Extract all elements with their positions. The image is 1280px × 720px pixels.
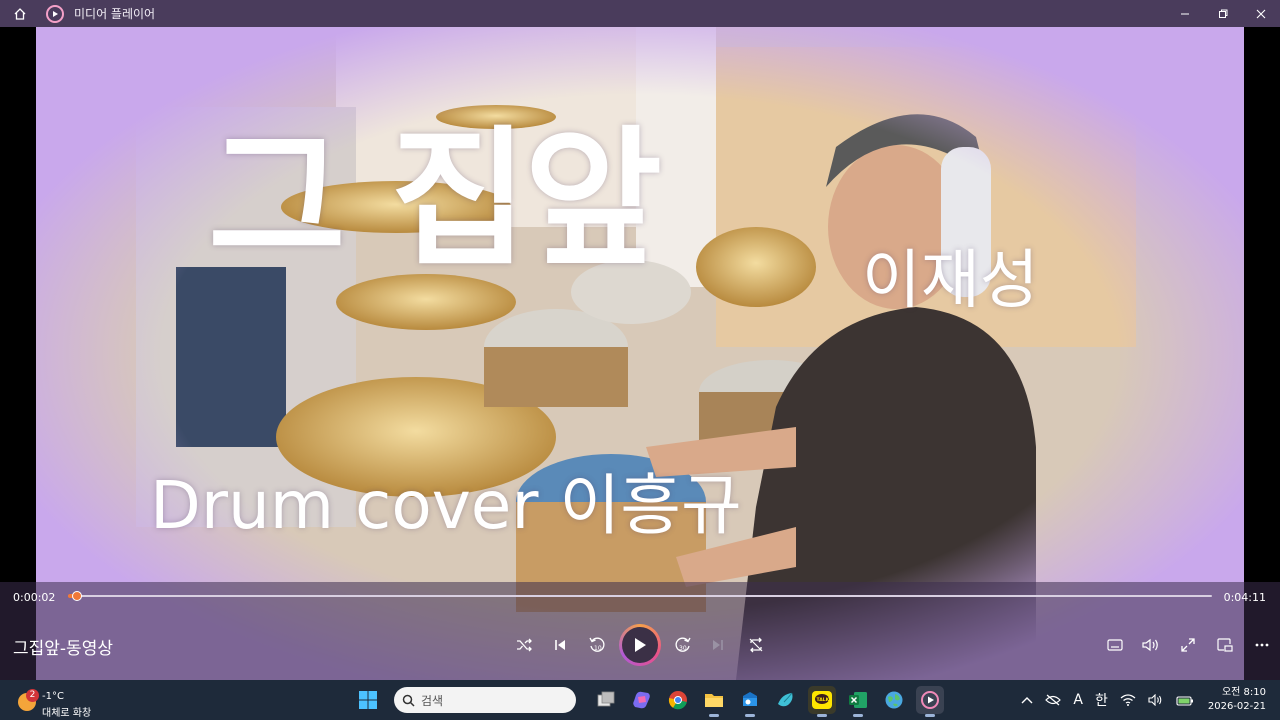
more-icon	[1255, 643, 1269, 647]
windows-logo-icon	[359, 691, 377, 709]
copilot-app[interactable]	[628, 686, 656, 714]
bird-icon	[778, 692, 793, 707]
wifi-button[interactable]	[1120, 694, 1136, 706]
chrome-icon	[668, 691, 687, 710]
volume-icon	[1142, 638, 1158, 652]
battery-button[interactable]	[1176, 694, 1194, 706]
task-view-button[interactable]	[592, 686, 620, 714]
outlook-icon	[743, 692, 757, 706]
weather-widget[interactable]: 2 -1°C 대체로 화창	[16, 685, 126, 719]
search-placeholder: 검색	[421, 693, 444, 708]
shuffle-button[interactable]	[511, 632, 537, 658]
previous-icon	[555, 640, 565, 650]
rewind-10-icon: 10	[589, 637, 605, 652]
close-button[interactable]	[1242, 0, 1280, 27]
subtitles-icon	[1107, 639, 1123, 651]
copilot-icon	[633, 691, 650, 709]
window-title: 미디어 플레이어	[74, 7, 156, 21]
chrome-app[interactable]	[664, 686, 692, 714]
system-tray: A 한 오전 8:10 2026-02-21	[1015, 680, 1280, 720]
fullscreen-button[interactable]	[1175, 632, 1201, 658]
home-icon[interactable]	[0, 0, 40, 27]
eye-off-icon	[1045, 694, 1062, 706]
taskbar-search[interactable]: 검색	[394, 687, 576, 713]
search-icon	[402, 694, 415, 707]
globe-app[interactable]	[880, 686, 908, 714]
show-hidden-icons-button[interactable]	[1021, 696, 1033, 704]
kakaotalk-icon: TALK	[812, 691, 832, 709]
chevron-up-icon	[1021, 697, 1033, 704]
kakaotalk-app[interactable]: TALK	[808, 686, 836, 717]
title-bar: 미디어 플레이어	[0, 0, 1280, 27]
notification-badge: 2	[26, 689, 39, 702]
repeat-button[interactable]	[743, 632, 769, 658]
restore-button[interactable]	[1204, 0, 1242, 27]
folder-icon	[705, 694, 723, 707]
volume-button[interactable]	[1138, 632, 1164, 658]
ime-indicator[interactable]: 한	[1095, 690, 1108, 710]
svg-text:10: 10	[594, 645, 602, 652]
seek-track	[68, 595, 1212, 597]
minimize-button[interactable]	[1166, 0, 1204, 27]
excel-app[interactable]	[844, 686, 872, 717]
media-player-icon	[921, 691, 939, 709]
forward-30-button[interactable]: 30	[670, 632, 696, 658]
repeat-off-icon	[749, 637, 763, 653]
play-button[interactable]	[619, 624, 661, 666]
playback-controls: 0:00:02 0:04:11 그집앞-동영상 10 30	[0, 582, 1280, 680]
task-view-icon	[597, 691, 615, 707]
media-player-app-icon	[46, 4, 64, 23]
svg-text:30: 30	[679, 645, 687, 652]
battery-icon	[1176, 696, 1193, 706]
weather-temperature: -1°C	[42, 691, 64, 702]
globe-icon	[885, 691, 903, 709]
file-explorer-app[interactable]	[700, 686, 728, 717]
play-icon	[635, 638, 646, 652]
taskbar-clock[interactable]: 오전 8:10 2026-02-21	[1208, 686, 1266, 714]
seek-thumb[interactable]	[72, 591, 83, 601]
forward-30-icon: 30	[675, 637, 691, 652]
rewind-10-button[interactable]: 10	[584, 632, 610, 658]
mini-player-button[interactable]	[1212, 632, 1238, 658]
speaker-icon	[1148, 694, 1162, 706]
svg-text:TALK: TALK	[817, 697, 830, 703]
start-button[interactable]	[354, 686, 382, 714]
seek-bar[interactable]	[68, 591, 1212, 601]
song-title-overlay: 그 집앞	[208, 113, 662, 287]
cover-credit-overlay: Drum cover 이흥규	[150, 467, 742, 544]
eye-off-tray-button[interactable]	[1045, 694, 1062, 706]
media-player-app[interactable]	[916, 686, 944, 717]
media-title: 그집앞-동영상	[13, 639, 113, 659]
singer-overlay: 이재성	[862, 244, 1039, 318]
excel-icon	[849, 692, 867, 708]
fullscreen-icon	[1181, 638, 1195, 652]
next-icon	[713, 640, 723, 650]
weather-description: 대체로 화창	[42, 708, 92, 719]
mini-player-icon	[1217, 638, 1233, 652]
wifi-icon	[1120, 694, 1136, 706]
subtitles-button[interactable]	[1102, 632, 1128, 658]
taskbar: 2 -1°C 대체로 화창 검색 TALK A 한 오전 8:10 2026-0…	[0, 680, 1280, 720]
shuffle-icon	[517, 638, 532, 652]
total-time: 0:04:11	[1223, 591, 1266, 604]
bird-app[interactable]	[772, 686, 800, 714]
clock-date: 2026-02-21	[1207, 701, 1266, 712]
clock-time: 오전 8:10	[1221, 687, 1266, 698]
speaker-button[interactable]	[1148, 694, 1164, 706]
more-options-button[interactable]	[1249, 632, 1275, 658]
outlook-app[interactable]	[736, 686, 764, 717]
font-indicator[interactable]: A	[1073, 692, 1083, 708]
next-button[interactable]	[705, 632, 731, 658]
current-time: 0:00:02	[13, 591, 56, 604]
media-player-window: 미디어 플레이어 그 집앞 이재성 Drum cover 이흥규 0:00:02…	[0, 0, 1280, 680]
previous-button[interactable]	[547, 632, 573, 658]
